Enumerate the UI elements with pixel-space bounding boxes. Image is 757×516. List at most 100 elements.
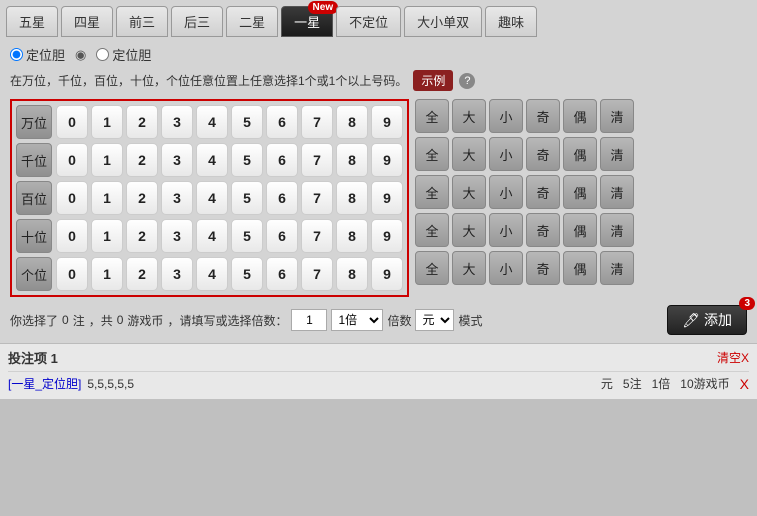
num-btn-百位-0[interactable]: 0 — [56, 181, 88, 215]
num-btn-个位-0[interactable]: 0 — [56, 257, 88, 291]
num-btn-千位-3[interactable]: 3 — [161, 143, 193, 177]
quick-btn-个位-清[interactable]: 清 — [600, 251, 634, 285]
quick-btn-千位-大[interactable]: 大 — [452, 137, 486, 171]
clear-button[interactable]: 清空X — [717, 349, 749, 366]
num-btn-千位-8[interactable]: 8 — [336, 143, 368, 177]
num-btn-十位-1[interactable]: 1 — [91, 219, 123, 253]
num-btn-个位-6[interactable]: 6 — [266, 257, 298, 291]
tab-五星[interactable]: 五星 — [6, 6, 58, 37]
num-btn-百位-3[interactable]: 3 — [161, 181, 193, 215]
num-btn-十位-5[interactable]: 5 — [231, 219, 263, 253]
quick-btn-万位-大[interactable]: 大 — [452, 99, 486, 133]
tab-大小单双[interactable]: 大小单双 — [404, 6, 482, 37]
num-btn-十位-3[interactable]: 3 — [161, 219, 193, 253]
num-btn-万位-9[interactable]: 9 — [371, 105, 403, 139]
quick-btn-百位-全[interactable]: 全 — [415, 175, 449, 209]
num-btn-万位-0[interactable]: 0 — [56, 105, 88, 139]
quick-btn-个位-小[interactable]: 小 — [489, 251, 523, 285]
num-btn-万位-5[interactable]: 5 — [231, 105, 263, 139]
tab-一星[interactable]: 一星New — [281, 6, 333, 37]
num-btn-千位-0[interactable]: 0 — [56, 143, 88, 177]
tab-四星[interactable]: 四星 — [61, 6, 113, 37]
num-btn-个位-9[interactable]: 9 — [371, 257, 403, 291]
num-btn-千位-5[interactable]: 5 — [231, 143, 263, 177]
quick-btn-万位-偶[interactable]: 偶 — [563, 99, 597, 133]
num-btn-十位-0[interactable]: 0 — [56, 219, 88, 253]
num-btn-万位-7[interactable]: 7 — [301, 105, 333, 139]
quick-btn-千位-全[interactable]: 全 — [415, 137, 449, 171]
num-btn-万位-4[interactable]: 4 — [196, 105, 228, 139]
quick-btn-个位-全[interactable]: 全 — [415, 251, 449, 285]
num-btn-百位-8[interactable]: 8 — [336, 181, 368, 215]
quick-btn-千位-偶[interactable]: 偶 — [563, 137, 597, 171]
quick-btn-万位-奇[interactable]: 奇 — [526, 99, 560, 133]
radio-input-2[interactable] — [96, 48, 109, 61]
tab-趣味[interactable]: 趣味 — [485, 6, 537, 37]
quick-btn-百位-偶[interactable]: 偶 — [563, 175, 597, 209]
position-label-万位[interactable]: 万位 — [16, 105, 52, 139]
num-btn-百位-6[interactable]: 6 — [266, 181, 298, 215]
num-btn-百位-4[interactable]: 4 — [196, 181, 228, 215]
quick-btn-百位-大[interactable]: 大 — [452, 175, 486, 209]
bet-delete-button[interactable]: X — [740, 376, 749, 392]
num-btn-十位-9[interactable]: 9 — [371, 219, 403, 253]
num-btn-万位-6[interactable]: 6 — [266, 105, 298, 139]
quick-btn-十位-偶[interactable]: 偶 — [563, 213, 597, 247]
tab-不定位[interactable]: 不定位 — [336, 6, 401, 37]
position-label-个位[interactable]: 个位 — [16, 257, 52, 291]
multiplier-select[interactable]: 1倍2倍3倍5倍10倍 — [331, 309, 383, 331]
quick-btn-十位-大[interactable]: 大 — [452, 213, 486, 247]
example-button[interactable]: 示例 — [413, 70, 453, 91]
num-btn-万位-1[interactable]: 1 — [91, 105, 123, 139]
position-label-十位[interactable]: 十位 — [16, 219, 52, 253]
num-btn-十位-2[interactable]: 2 — [126, 219, 158, 253]
num-btn-个位-3[interactable]: 3 — [161, 257, 193, 291]
help-icon[interactable]: ? — [459, 73, 475, 89]
quick-btn-个位-大[interactable]: 大 — [452, 251, 486, 285]
num-btn-百位-9[interactable]: 9 — [371, 181, 403, 215]
mode-select[interactable]: 元角分 — [415, 309, 454, 331]
multiplier-input[interactable] — [291, 309, 327, 331]
num-btn-千位-7[interactable]: 7 — [301, 143, 333, 177]
quick-btn-十位-小[interactable]: 小 — [489, 213, 523, 247]
quick-btn-十位-清[interactable]: 清 — [600, 213, 634, 247]
quick-btn-个位-奇[interactable]: 奇 — [526, 251, 560, 285]
quick-btn-十位-全[interactable]: 全 — [415, 213, 449, 247]
tab-后三[interactable]: 后三 — [171, 6, 223, 37]
quick-btn-百位-奇[interactable]: 奇 — [526, 175, 560, 209]
quick-btn-万位-全[interactable]: 全 — [415, 99, 449, 133]
num-btn-万位-2[interactable]: 2 — [126, 105, 158, 139]
radio-option-2[interactable]: 定位胆 — [96, 45, 151, 64]
num-btn-万位-8[interactable]: 8 — [336, 105, 368, 139]
add-button[interactable]: 🖊 添加 — [667, 305, 747, 335]
radio-option-1[interactable]: 定位胆 — [10, 45, 65, 64]
num-btn-百位-5[interactable]: 5 — [231, 181, 263, 215]
quick-btn-个位-偶[interactable]: 偶 — [563, 251, 597, 285]
num-btn-十位-4[interactable]: 4 — [196, 219, 228, 253]
num-btn-百位-2[interactable]: 2 — [126, 181, 158, 215]
quick-btn-万位-小[interactable]: 小 — [489, 99, 523, 133]
num-btn-百位-7[interactable]: 7 — [301, 181, 333, 215]
num-btn-千位-4[interactable]: 4 — [196, 143, 228, 177]
tab-二星[interactable]: 二星 — [226, 6, 278, 37]
num-btn-个位-4[interactable]: 4 — [196, 257, 228, 291]
num-btn-个位-2[interactable]: 2 — [126, 257, 158, 291]
num-btn-千位-6[interactable]: 6 — [266, 143, 298, 177]
num-btn-千位-2[interactable]: 2 — [126, 143, 158, 177]
radio-input-1[interactable] — [10, 48, 23, 61]
quick-btn-千位-清[interactable]: 清 — [600, 137, 634, 171]
quick-btn-万位-清[interactable]: 清 — [600, 99, 634, 133]
num-btn-十位-7[interactable]: 7 — [301, 219, 333, 253]
num-btn-百位-1[interactable]: 1 — [91, 181, 123, 215]
num-btn-千位-9[interactable]: 9 — [371, 143, 403, 177]
quick-btn-十位-奇[interactable]: 奇 — [526, 213, 560, 247]
num-btn-个位-7[interactable]: 7 — [301, 257, 333, 291]
position-label-百位[interactable]: 百位 — [16, 181, 52, 215]
num-btn-个位-5[interactable]: 5 — [231, 257, 263, 291]
num-btn-个位-1[interactable]: 1 — [91, 257, 123, 291]
quick-btn-千位-奇[interactable]: 奇 — [526, 137, 560, 171]
num-btn-十位-6[interactable]: 6 — [266, 219, 298, 253]
num-btn-个位-8[interactable]: 8 — [336, 257, 368, 291]
quick-btn-百位-小[interactable]: 小 — [489, 175, 523, 209]
tab-前三[interactable]: 前三 — [116, 6, 168, 37]
